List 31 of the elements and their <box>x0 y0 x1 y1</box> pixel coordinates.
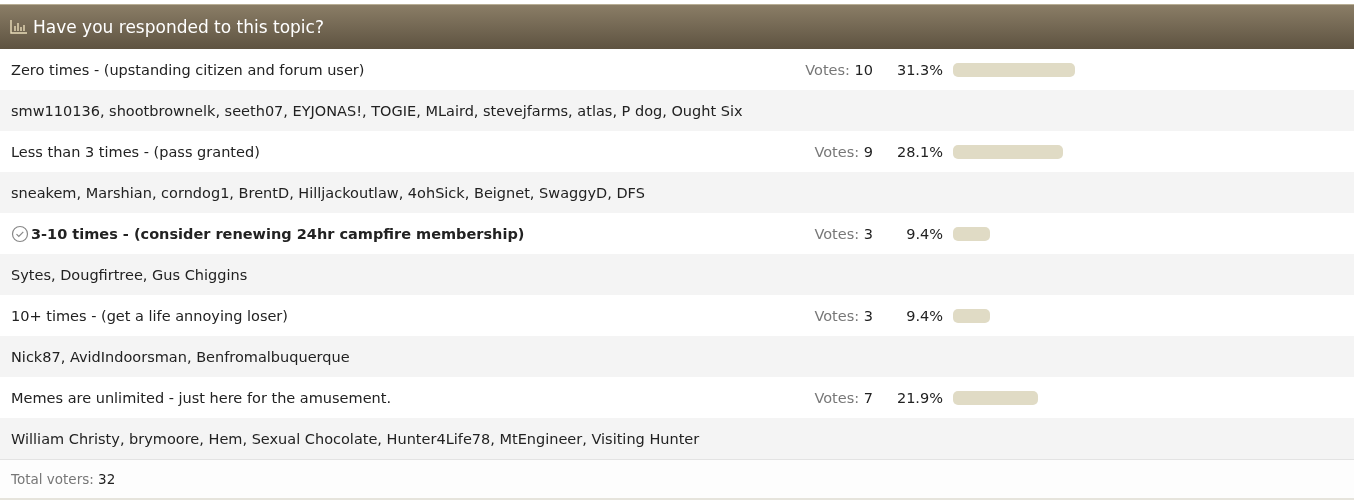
voter-list: sneakem, Marshian, corndog1, BrentD, Hilljackoutlaw, 4ohSick, Beignet, SwaggyD, DFS <box>11 184 645 201</box>
option-label: Memes are unlimited - just here for the amusement. <box>11 389 392 406</box>
votes-label: Votes: <box>805 61 850 78</box>
bar-chart-icon <box>10 20 27 34</box>
vote-count: 9 <box>863 143 873 160</box>
option-label: Less than 3 times - (pass granted) <box>11 143 260 160</box>
total-count: 32 <box>98 471 116 487</box>
poll-title: Have you responded to this topic? <box>33 17 324 37</box>
votes-label: Votes: <box>814 307 860 324</box>
voter-list: Nick87, AvidIndoorsman, Benfromalbuquerque <box>11 348 350 365</box>
vote-bar <box>953 226 990 241</box>
vote-count: 3 <box>863 225 873 242</box>
vote-bar <box>953 308 990 323</box>
vote-percent: 9.4% <box>905 307 943 324</box>
vote-percent: 21.9% <box>895 389 943 406</box>
voter-list: William Christy, brymoore, Hem, Sexual Chocolate, Hunter4Life78, MtEngineer, Visiting Hunter <box>11 430 700 447</box>
voter-list: smw110136, shootbrownelk, seeth07, EYJONAS!, TOGIE, MLaird, stevejfarms, atlas, P dog, Ought Six <box>11 102 743 119</box>
option-label: 3-10 times - (consider renewing 24hr campfire membership) <box>31 225 525 242</box>
vote-percent: 31.3% <box>895 61 943 78</box>
vote-percent: 28.1% <box>895 143 943 160</box>
vote-count: 3 <box>863 307 873 324</box>
vote-count: 10 <box>854 61 873 78</box>
total-label: Total voters: <box>11 471 94 487</box>
option-label: 10+ times - (get a life annoying loser) <box>11 307 288 324</box>
voter-list: Sytes, Dougfirtree, Gus Chiggins <box>11 266 248 283</box>
vote-count: 7 <box>863 389 873 406</box>
vote-percent: 9.4% <box>905 225 943 242</box>
votes-label: Votes: <box>814 389 860 406</box>
votes-label: Votes: <box>814 225 860 242</box>
votes-label: Votes: <box>814 143 860 160</box>
option-label: Zero times - (upstanding citizen and forum user) <box>11 61 365 78</box>
